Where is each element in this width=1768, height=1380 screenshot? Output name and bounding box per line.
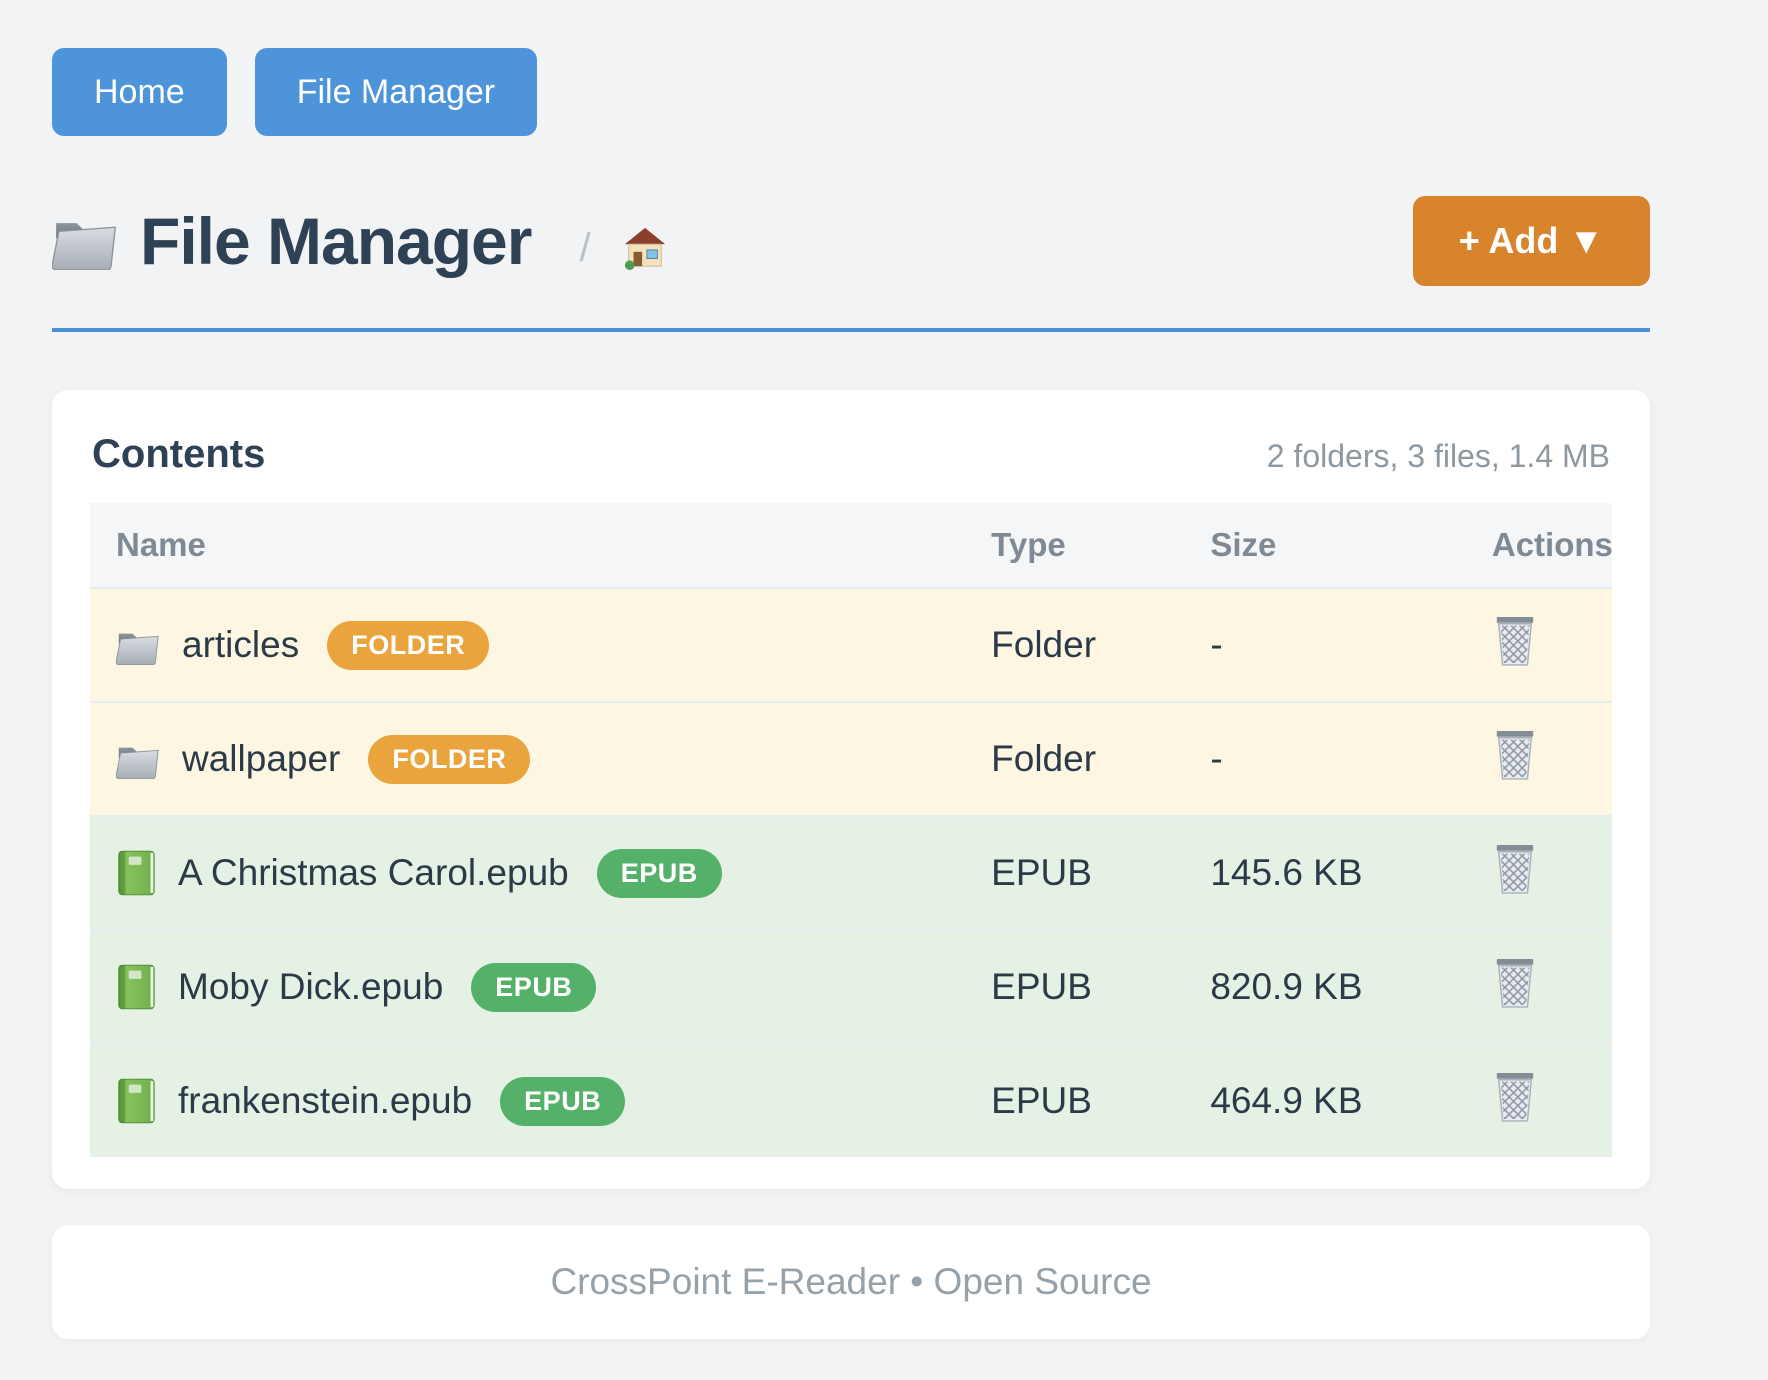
file-type: EPUB xyxy=(965,1044,1184,1157)
column-header-type: Type xyxy=(965,503,1184,588)
table-row: wallpaper FOLDER Folder - xyxy=(90,702,1612,816)
delete-button[interactable] xyxy=(1492,843,1538,895)
file-size: - xyxy=(1184,702,1466,816)
type-badge: FOLDER xyxy=(327,621,489,670)
folder-icon xyxy=(116,626,160,665)
accent-divider xyxy=(52,328,1650,332)
file-size: 464.9 KB xyxy=(1184,1044,1466,1157)
table-row: articles FOLDER Folder - xyxy=(90,588,1612,702)
book-icon xyxy=(116,849,156,897)
file-name-link[interactable]: A Christmas Carol.epub xyxy=(178,852,569,894)
house-icon[interactable] xyxy=(623,226,667,270)
trash-icon xyxy=(1492,729,1538,781)
table-row: A Christmas Carol.epub EPUB EPUB 145.6 K… xyxy=(90,816,1612,930)
file-type: Folder xyxy=(965,588,1184,702)
column-header-name: Name xyxy=(90,503,965,588)
breadcrumb-separator: / xyxy=(579,226,590,271)
file-name-link[interactable]: Moby Dick.epub xyxy=(178,966,443,1008)
file-name-link[interactable]: frankenstein.epub xyxy=(178,1080,472,1122)
page-header: File Manager / + Add ▼ xyxy=(52,196,1650,286)
file-name-link[interactable]: wallpaper xyxy=(182,738,340,780)
file-type: Folder xyxy=(965,702,1184,816)
file-size: 820.9 KB xyxy=(1184,930,1466,1044)
file-name-link[interactable]: articles xyxy=(182,624,299,666)
table-row: Moby Dick.epub EPUB EPUB 820.9 KB xyxy=(90,930,1612,1044)
type-badge: EPUB xyxy=(500,1077,625,1126)
delete-button[interactable] xyxy=(1492,957,1538,1009)
contents-card: Contents 2 folders, 3 files, 1.4 MB Name… xyxy=(52,390,1650,1189)
footer: CrossPoint E-Reader • Open Source xyxy=(52,1225,1650,1339)
table-row: frankenstein.epub EPUB EPUB 464.9 KB xyxy=(90,1044,1612,1157)
type-badge: EPUB xyxy=(597,849,722,898)
folder-icon xyxy=(116,740,160,779)
column-header-size: Size xyxy=(1184,503,1466,588)
type-badge: FOLDER xyxy=(368,735,530,784)
delete-button[interactable] xyxy=(1492,729,1538,781)
delete-button[interactable] xyxy=(1492,1071,1538,1123)
file-table: Name Type Size Actions articles FOLDER xyxy=(90,503,1612,1157)
file-size: 145.6 KB xyxy=(1184,816,1466,930)
file-size: - xyxy=(1184,588,1466,702)
add-button[interactable]: + Add ▼ xyxy=(1413,196,1650,286)
column-header-actions: Actions xyxy=(1466,503,1612,588)
trash-icon xyxy=(1492,1071,1538,1123)
nav-home-button[interactable]: Home xyxy=(52,48,227,136)
table-header-row: Name Type Size Actions xyxy=(90,503,1612,588)
file-type: EPUB xyxy=(965,816,1184,930)
page-title: File Manager xyxy=(140,203,531,279)
top-nav: Home File Manager xyxy=(52,48,1650,136)
book-icon xyxy=(116,1077,156,1125)
page: Home File Manager File Manager / + Add ▼… xyxy=(0,0,1768,1380)
delete-button[interactable] xyxy=(1492,615,1538,667)
trash-icon xyxy=(1492,957,1538,1009)
contents-summary: 2 folders, 3 files, 1.4 MB xyxy=(1267,438,1610,475)
type-badge: EPUB xyxy=(471,963,596,1012)
trash-icon xyxy=(1492,843,1538,895)
nav-file-manager-button[interactable]: File Manager xyxy=(255,48,537,136)
book-icon xyxy=(116,963,156,1011)
folder-icon xyxy=(52,212,118,270)
contents-heading: Contents xyxy=(92,432,265,477)
footer-text: CrossPoint E-Reader • Open Source xyxy=(550,1261,1151,1303)
trash-icon xyxy=(1492,615,1538,667)
file-type: EPUB xyxy=(965,930,1184,1044)
